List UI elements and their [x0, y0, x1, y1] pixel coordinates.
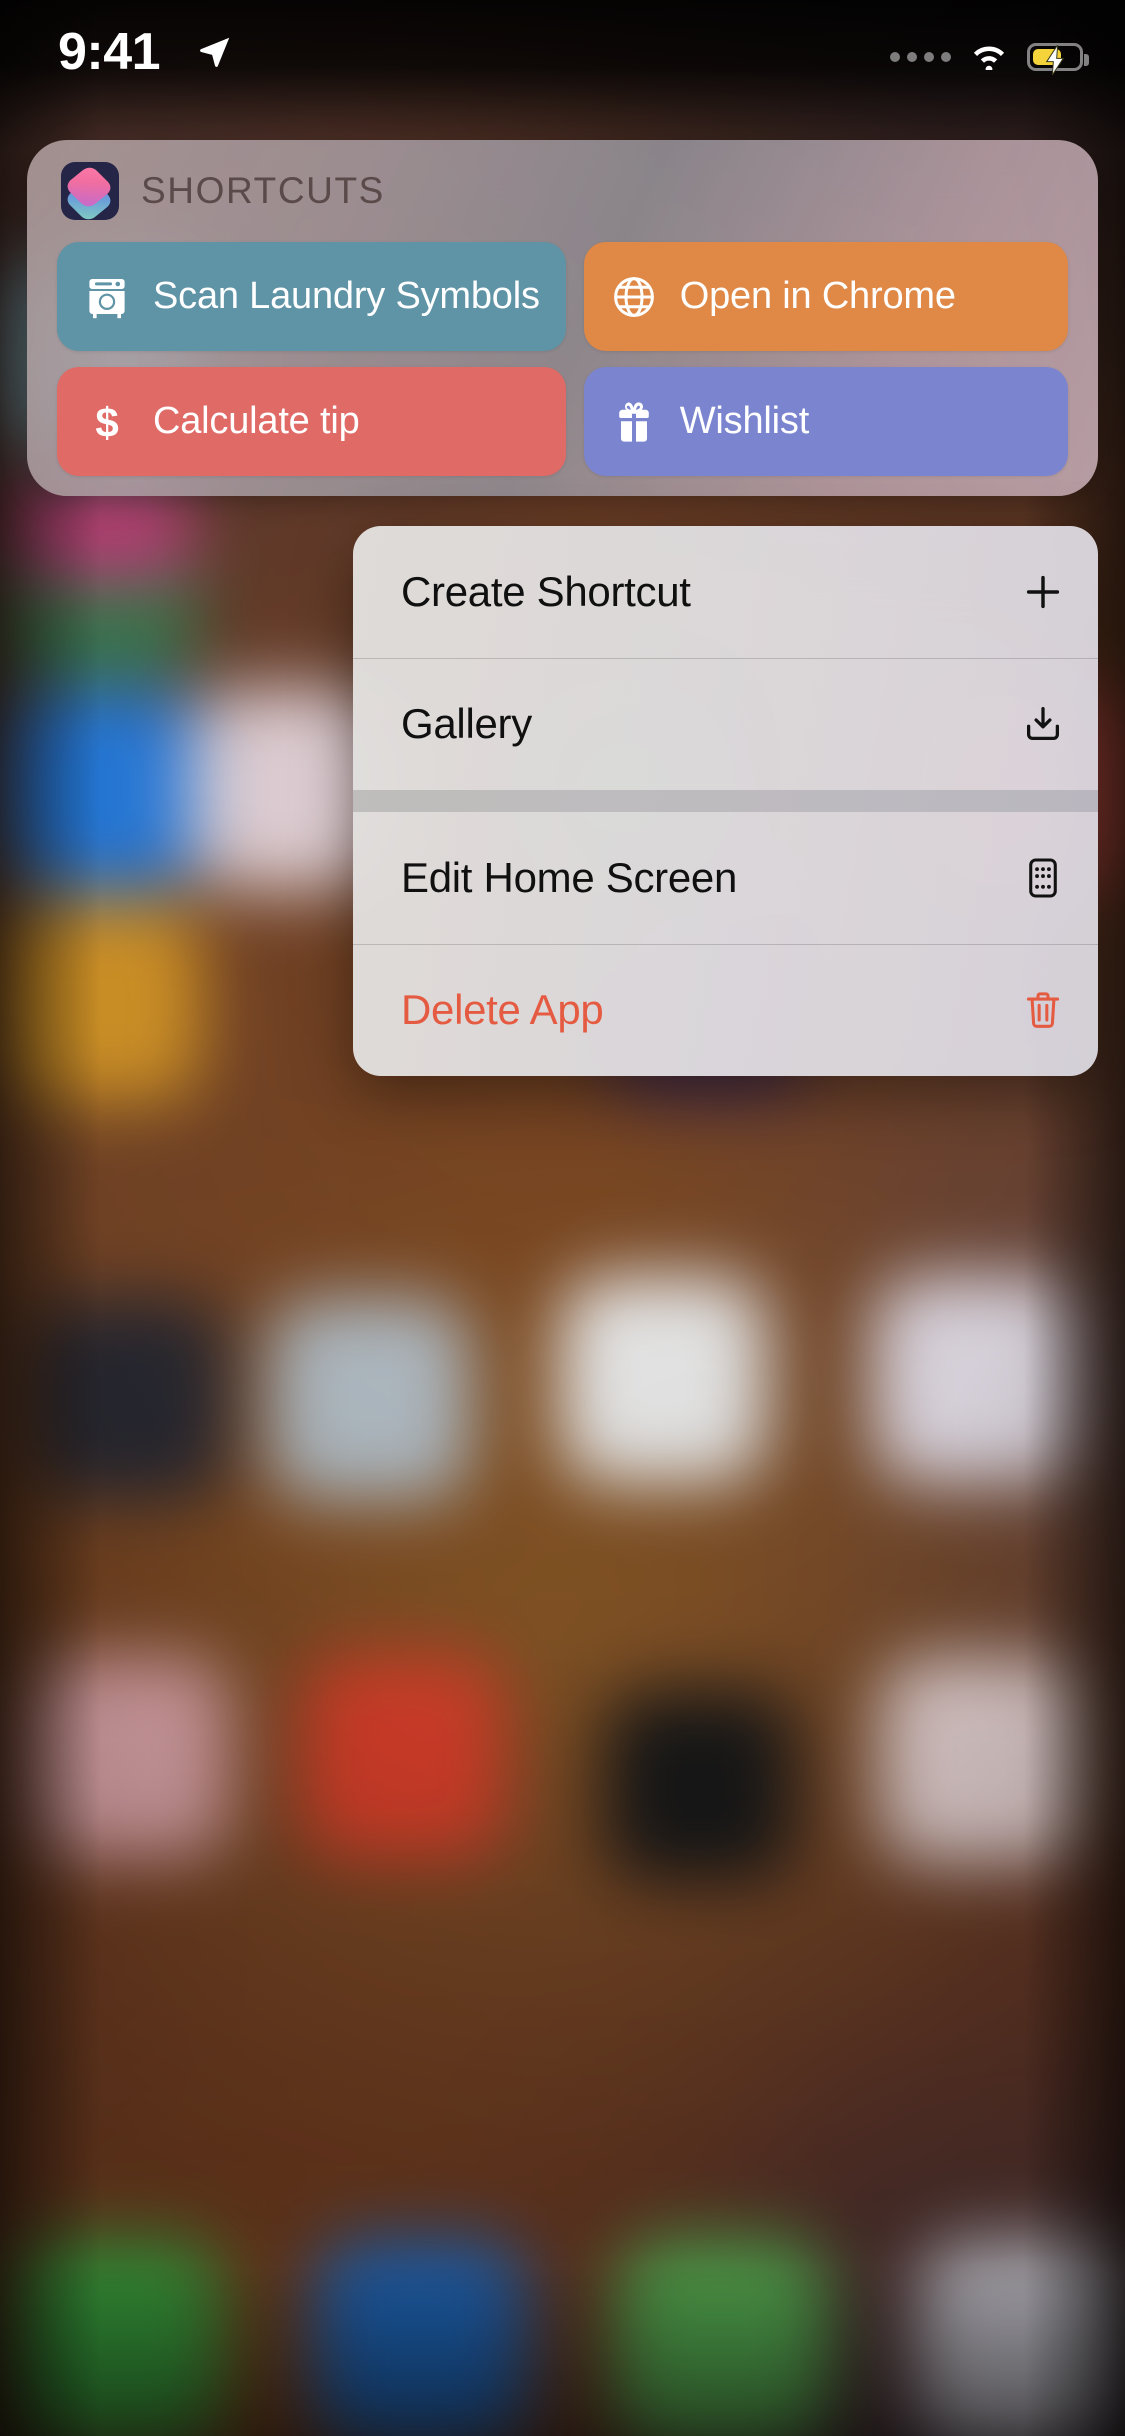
shortcut-open-in-chrome[interactable]: Open in Chrome — [583, 242, 1068, 351]
svg-text:$: $ — [95, 399, 118, 446]
blurred-app-icon — [0, 481, 196, 582]
blurred-app-icon — [27, 1657, 230, 1859]
blurred-app-icon — [302, 1657, 504, 1859]
gift-icon — [610, 398, 658, 446]
blurred-app-icon — [878, 1657, 1087, 1865]
status-bar-clock: 9:41 — [58, 23, 161, 81]
washing-machine-icon — [83, 273, 131, 321]
trash-icon — [1020, 987, 1066, 1033]
dollar-sign-icon: $ — [83, 398, 131, 446]
shortcut-wishlist[interactable]: Wishlist — [583, 367, 1068, 476]
shortcut-label: Open in Chrome — [679, 275, 956, 317]
blurred-app-icon — [0, 688, 202, 890]
menu-item-label: Gallery — [401, 700, 532, 747]
widget-header: SHORTCUTS — [61, 162, 385, 220]
menu-item-create-shortcut[interactable]: Create Shortcut — [353, 526, 1098, 658]
blurred-app-icon — [27, 1298, 230, 1501]
menu-item-label: Create Shortcut — [401, 568, 691, 615]
iphone-screen: 9:41 SHORTCUTS Scan Laundry Symbols Open… — [0, 0, 1125, 2436]
shortcut-label: Scan Laundry Symbols — [153, 275, 540, 317]
menu-section-divider — [353, 790, 1098, 812]
menu-item-label: Delete App — [401, 986, 604, 1033]
blurred-app-icon — [918, 2239, 1125, 2436]
menu-item-delete-app[interactable]: Delete App — [353, 944, 1098, 1076]
plus-icon — [1020, 569, 1066, 615]
location-arrow-icon — [197, 34, 233, 75]
menu-item-gallery[interactable]: Gallery — [353, 658, 1098, 790]
status-bar: 9:41 — [0, 0, 1125, 132]
shortcut-calculate-tip[interactable]: $ Calculate tip — [57, 367, 566, 476]
shortcut-scan-laundry-symbols[interactable]: Scan Laundry Symbols — [57, 242, 566, 351]
context-menu: Create Shortcut Gallery Edit Home Screen — [353, 526, 1098, 1076]
status-bar-indicators — [890, 38, 1089, 77]
shortcut-label: Calculate tip — [153, 400, 360, 442]
battery-charging-low-power-icon — [1027, 42, 1089, 77]
blurred-app-icon — [604, 1690, 795, 1882]
shortcuts-widget[interactable]: SHORTCUTS Scan Laundry Symbols Open in C… — [27, 140, 1098, 496]
shortcut-grid: Scan Laundry Symbols Open in Chrome $ Ca… — [57, 242, 1068, 476]
shortcut-label: Wishlist — [679, 400, 810, 442]
wifi-icon — [967, 38, 1011, 75]
widget-title: SHORTCUTS — [141, 170, 385, 211]
cellular-signal-dots-icon — [890, 51, 951, 62]
blurred-app-icon — [268, 1298, 471, 1501]
blurred-app-icon — [615, 2239, 829, 2436]
download-tray-icon — [1020, 701, 1066, 747]
blurred-app-icon — [10, 2239, 224, 2436]
blurred-app-icon — [0, 901, 202, 1103]
blurred-app-icon — [313, 2239, 527, 2436]
menu-item-edit-home-screen[interactable]: Edit Home Screen — [353, 812, 1098, 944]
menu-item-label: Edit Home Screen — [401, 854, 738, 901]
shortcuts-app-icon — [61, 162, 119, 220]
globe-icon — [610, 273, 658, 321]
home-screen-grid-icon — [1020, 855, 1066, 901]
blurred-app-icon — [559, 1276, 767, 1484]
blurred-app-icon — [873, 1276, 1081, 1484]
